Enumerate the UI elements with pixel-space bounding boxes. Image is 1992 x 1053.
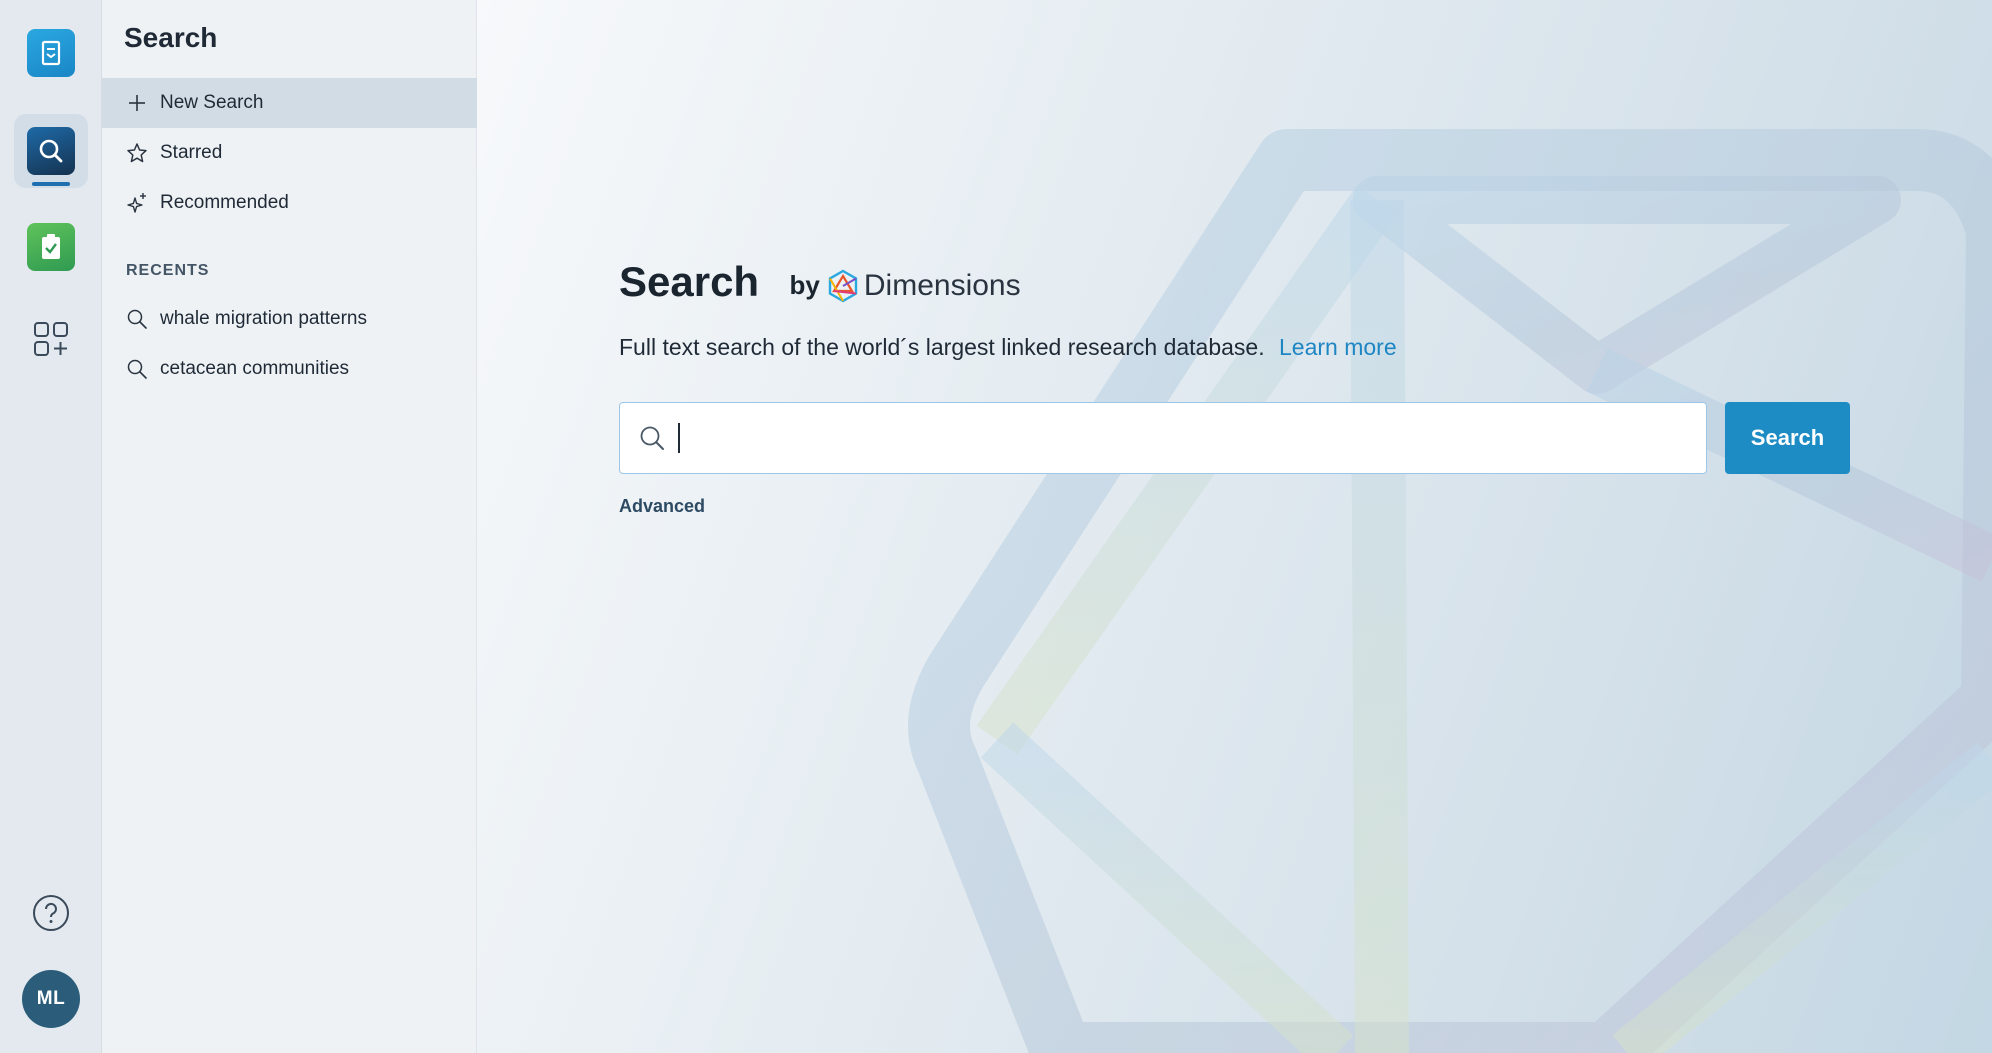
advanced-search-link[interactable]: Advanced	[619, 496, 705, 517]
add-apps-button[interactable]	[14, 302, 88, 376]
app-rail: ML	[0, 0, 102, 1053]
sidebar-item-label: New Search	[160, 92, 264, 113]
search-main: Search by Dimensions Full text search of…	[477, 0, 1992, 1053]
by-label: by	[789, 270, 820, 300]
clipboard-check-icon	[27, 223, 75, 271]
description-text: Full text search of the world´s largest …	[619, 334, 1265, 360]
sidebar-item-new-search[interactable]: New Search	[102, 78, 477, 128]
library-icon	[27, 29, 75, 77]
help-button[interactable]	[32, 894, 70, 932]
plus-icon	[126, 92, 148, 114]
powered-by: by Dimensions	[790, 269, 1021, 303]
sidebar-title: Search	[124, 22, 218, 53]
search-button[interactable]: Search	[1725, 402, 1850, 474]
brand-name: Dimensions	[863, 268, 1021, 302]
help-icon	[33, 895, 69, 931]
search-field[interactable]	[619, 402, 1707, 474]
recent-search-item[interactable]: cetacean communities	[102, 344, 477, 394]
recent-search-label: whale migration patterns	[160, 308, 367, 329]
recent-search-item[interactable]: whale migration patterns	[102, 294, 477, 344]
search-input[interactable]	[694, 408, 1706, 468]
recents-heading: RECENTS	[126, 262, 210, 279]
page-title: Search	[619, 258, 760, 305]
active-app-indicator	[32, 182, 70, 186]
tasks-app-button[interactable]	[14, 210, 88, 284]
star-icon	[126, 142, 148, 164]
search-app-icon	[27, 127, 75, 175]
learn-more-link[interactable]: Learn more	[1279, 334, 1397, 360]
search-app-button[interactable]	[14, 114, 88, 188]
search-icon	[126, 358, 148, 380]
background-graphic	[908, 129, 1992, 1053]
recent-search-label: cetacean communities	[160, 358, 350, 379]
search-icon	[126, 308, 148, 330]
sparkle-icon	[126, 192, 148, 214]
hero-heading: Search by Dimensions	[619, 258, 1021, 306]
search-description: Full text search of the world´s largest …	[619, 334, 1397, 361]
user-avatar[interactable]: ML	[22, 970, 80, 1028]
library-app-button[interactable]	[14, 16, 88, 90]
sidebar-item-label: Recommended	[160, 192, 289, 213]
grid-plus-icon	[34, 322, 68, 356]
search-sidebar: Search New Search Starred Recommended RE…	[102, 0, 477, 1053]
sidebar-item-recommended[interactable]: Recommended	[102, 178, 477, 228]
sidebar-item-label: Starred	[160, 142, 223, 163]
search-icon	[640, 426, 664, 450]
text-caret	[678, 423, 680, 453]
sidebar-item-starred[interactable]: Starred	[102, 128, 477, 178]
dimensions-logo-icon	[828, 269, 858, 302]
